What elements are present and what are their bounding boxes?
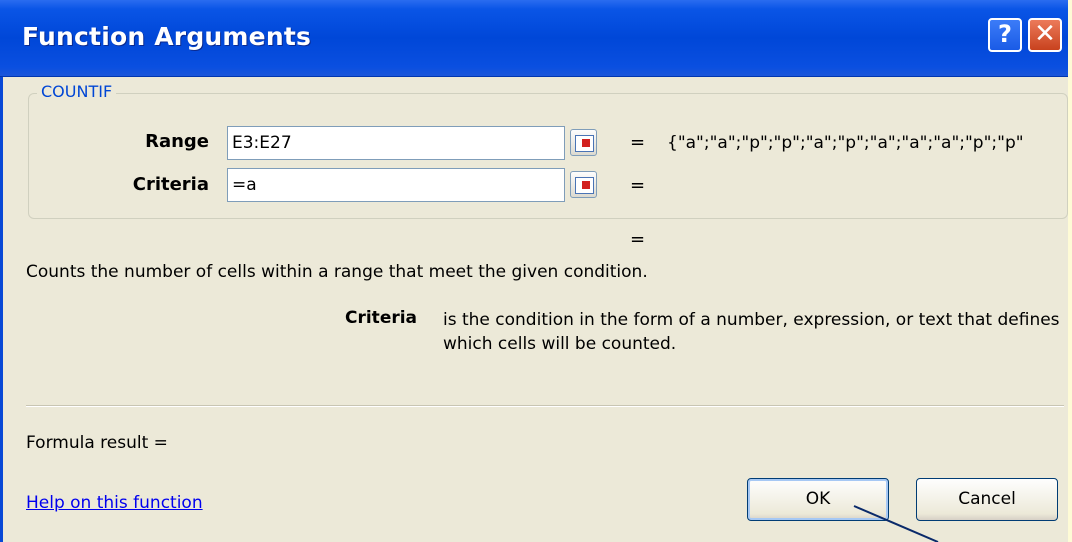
annotation-arrow (853, 505, 939, 542)
function-arguments-dialog: Function Arguments ? ✕ COUNTIF Range E3:… (0, 0, 1068, 542)
